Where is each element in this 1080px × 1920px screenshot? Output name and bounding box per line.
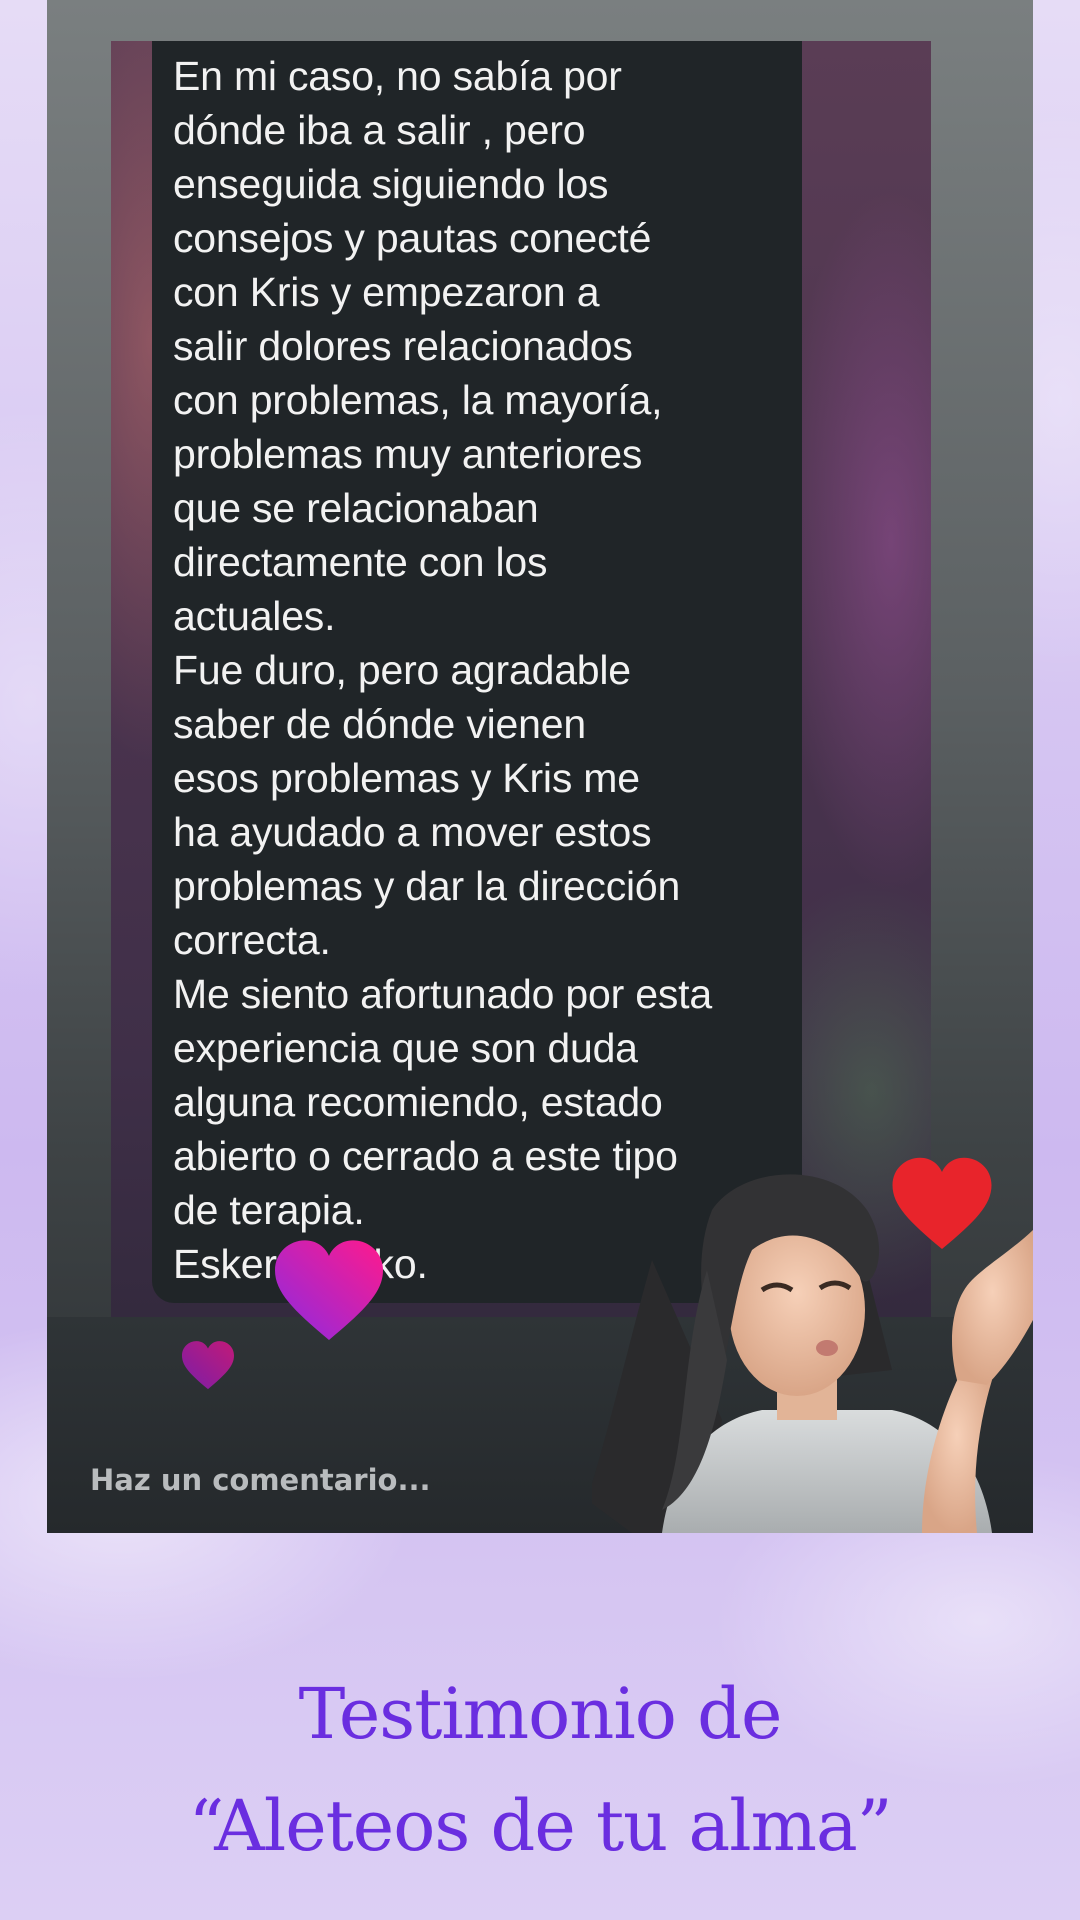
message-bubble: En mi caso, no sabía por dónde iba a sal… [152, 41, 802, 1303]
message-text: En mi caso, no sabía por dónde iba a sal… [173, 53, 712, 1287]
heart-icon [182, 1341, 234, 1390]
caption-subtitle: “Aleteos de tu alma” [188, 1785, 893, 1867]
comment-input[interactable]: Haz un comentario... [90, 1463, 431, 1497]
video-frame: En mi caso, no sabía por dónde iba a sal… [47, 0, 1033, 1533]
caption-title: Testimonio de [298, 1673, 783, 1755]
heart-icon [275, 1240, 383, 1340]
heart-icon [892, 1157, 992, 1249]
